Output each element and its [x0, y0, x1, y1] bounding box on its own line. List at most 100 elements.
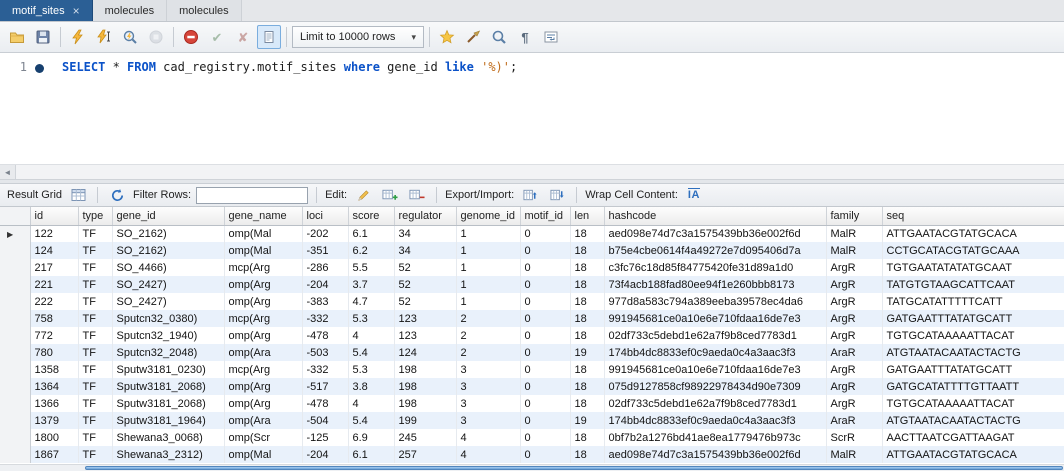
grid-cell[interactable]: -503 [302, 344, 348, 361]
grid-cell[interactable]: 34 [394, 242, 456, 259]
grid-cell[interactable]: SO_2427) [112, 276, 224, 293]
row-selector[interactable] [0, 242, 30, 259]
grid-cell[interactable]: 1379 [30, 412, 78, 429]
grid-cell[interactable]: 34 [394, 225, 456, 242]
grid-cell[interactable]: 3 [456, 361, 520, 378]
scroll-left-button[interactable]: ◄ [0, 165, 16, 179]
column-header-regulator[interactable]: regulator [394, 207, 456, 225]
grid-cell[interactable]: 0 [520, 395, 570, 412]
grid-cell[interactable]: TF [78, 242, 112, 259]
new-snippet-button[interactable] [435, 25, 459, 49]
grid-cell[interactable]: TF [78, 276, 112, 293]
table-row[interactable]: 222TFSO_2427)omp(Arg-3834.7521018977d8a5… [0, 293, 1064, 310]
grid-cell[interactable]: Sputw3181_1964) [112, 412, 224, 429]
grid-cell[interactable]: -504 [302, 412, 348, 429]
grid-cell[interactable]: 0 [520, 225, 570, 242]
grid-cell[interactable]: 1 [456, 259, 520, 276]
table-row[interactable]: 772TFSputcn32_1940)omp(Arg-4784123201802… [0, 327, 1064, 344]
grid-cell[interactable]: 4 [456, 429, 520, 446]
row-selector[interactable] [0, 327, 30, 344]
grid-cell[interactable]: 3 [456, 412, 520, 429]
select-all-corner[interactable] [0, 207, 30, 225]
grid-cell[interactable]: 257 [394, 446, 456, 463]
grid-cell[interactable]: 18 [570, 378, 604, 395]
grid-cell[interactable]: omp(Arg [224, 276, 302, 293]
row-selector[interactable] [0, 429, 30, 446]
editor-horizontal-scrollbar[interactable]: ◄ [0, 164, 1064, 179]
grid-cell[interactable]: omp(Arg [224, 395, 302, 412]
grid-cell[interactable]: ATGTAATACAATACTACTG [882, 412, 1064, 429]
grid-cell[interactable]: 18 [570, 276, 604, 293]
grid-cell[interactable]: 5.5 [348, 259, 394, 276]
grid-cell[interactable]: 19 [570, 344, 604, 361]
tab-motif-sites[interactable]: motif_sites × [0, 0, 93, 21]
row-selector[interactable] [0, 293, 30, 310]
stop-on-error-toggle-button[interactable] [179, 25, 203, 49]
row-selector[interactable] [0, 259, 30, 276]
column-header-gene_id[interactable]: gene_id [112, 207, 224, 225]
grid-cell[interactable]: 198 [394, 378, 456, 395]
grid-cell[interactable]: Shewana3_0068) [112, 429, 224, 446]
grid-cell[interactable]: 0 [520, 378, 570, 395]
row-selector[interactable] [0, 276, 30, 293]
grid-cell[interactable]: 6.1 [348, 446, 394, 463]
grid-cell[interactable]: Sputw3181_2068) [112, 395, 224, 412]
grid-cell[interactable]: 3.8 [348, 378, 394, 395]
column-header-motif_id[interactable]: motif_id [520, 207, 570, 225]
grid-cell[interactable]: ScrR [826, 429, 882, 446]
grid-cell[interactable]: 124 [394, 344, 456, 361]
grid-cell[interactable]: -125 [302, 429, 348, 446]
grid-cell[interactable]: 4 [348, 327, 394, 344]
grid-cell[interactable]: TF [78, 412, 112, 429]
grid-cell[interactable]: omp(Ara [224, 412, 302, 429]
row-selector[interactable] [0, 344, 30, 361]
import-records-button[interactable] [546, 185, 568, 205]
grid-cell[interactable]: AraR [826, 412, 882, 429]
grid-cell[interactable]: SO_2162) [112, 225, 224, 242]
grid-cell[interactable]: mcp(Arg [224, 259, 302, 276]
grid-cell[interactable]: 02df733c5debd1e62a7f9b8ced7783d1 [604, 395, 826, 412]
table-row[interactable]: 124TFSO_2162)omp(Mal-3516.2341018b75e4cb… [0, 242, 1064, 259]
grid-cell[interactable]: 0 [520, 446, 570, 463]
table-row[interactable]: 1379TFSputw3181_1964)omp(Ara-5045.419930… [0, 412, 1064, 429]
grid-cell[interactable]: MalR [826, 242, 882, 259]
grid-cell[interactable]: 1867 [30, 446, 78, 463]
open-script-button[interactable] [5, 25, 29, 49]
row-selector[interactable]: ▶ [0, 225, 30, 242]
grid-cell[interactable]: TF [78, 395, 112, 412]
grid-cell[interactable]: 6.9 [348, 429, 394, 446]
invisible-characters-button[interactable]: ¶ [513, 25, 537, 49]
delete-record-button[interactable] [406, 185, 428, 205]
grid-cell[interactable]: 2 [456, 327, 520, 344]
grid-cell[interactable]: 3 [456, 378, 520, 395]
grid-cell[interactable]: 1366 [30, 395, 78, 412]
grid-cell[interactable]: 124 [30, 242, 78, 259]
explain-plan-button[interactable] [118, 25, 142, 49]
grid-cell[interactable]: 02df733c5debd1e62a7f9b8ced7783d1 [604, 327, 826, 344]
grid-cell[interactable]: 18 [570, 293, 604, 310]
grid-cell[interactable]: 123 [394, 310, 456, 327]
grid-cell[interactable]: -332 [302, 310, 348, 327]
grid-cell[interactable]: ArgR [826, 361, 882, 378]
grid-cell[interactable]: 1364 [30, 378, 78, 395]
grid-cell[interactable]: Sputcn32_1940) [112, 327, 224, 344]
grid-cell[interactable]: 991945681ce0a10e6e710fdaa16de7e3 [604, 361, 826, 378]
column-header-gene_name[interactable]: gene_name [224, 207, 302, 225]
grid-cell[interactable]: 245 [394, 429, 456, 446]
grid-cell[interactable]: 0 [520, 327, 570, 344]
grid-cell[interactable]: -517 [302, 378, 348, 395]
grid-cell[interactable]: TATGCATATTTTTCATT [882, 293, 1064, 310]
grid-cell[interactable]: aed098e74d7c3a1575439bb36e002f6d [604, 446, 826, 463]
grid-cell[interactable]: -351 [302, 242, 348, 259]
grid-cell[interactable]: SO_2162) [112, 242, 224, 259]
table-row[interactable]: 1366TFSputw3181_2068)omp(Arg-47841983018… [0, 395, 1064, 412]
table-row[interactable]: 1867TFShewana3_2312)omp(Mal-2046.1257401… [0, 446, 1064, 463]
close-tab-icon[interactable]: × [73, 5, 80, 17]
grid-cell[interactable]: ArgR [826, 395, 882, 412]
grid-cell[interactable]: 0 [520, 293, 570, 310]
grid-cell[interactable]: MalR [826, 225, 882, 242]
grid-cell[interactable]: 780 [30, 344, 78, 361]
grid-cell[interactable]: Shewana3_2312) [112, 446, 224, 463]
grid-cell[interactable]: 217 [30, 259, 78, 276]
grid-cell[interactable]: 52 [394, 259, 456, 276]
